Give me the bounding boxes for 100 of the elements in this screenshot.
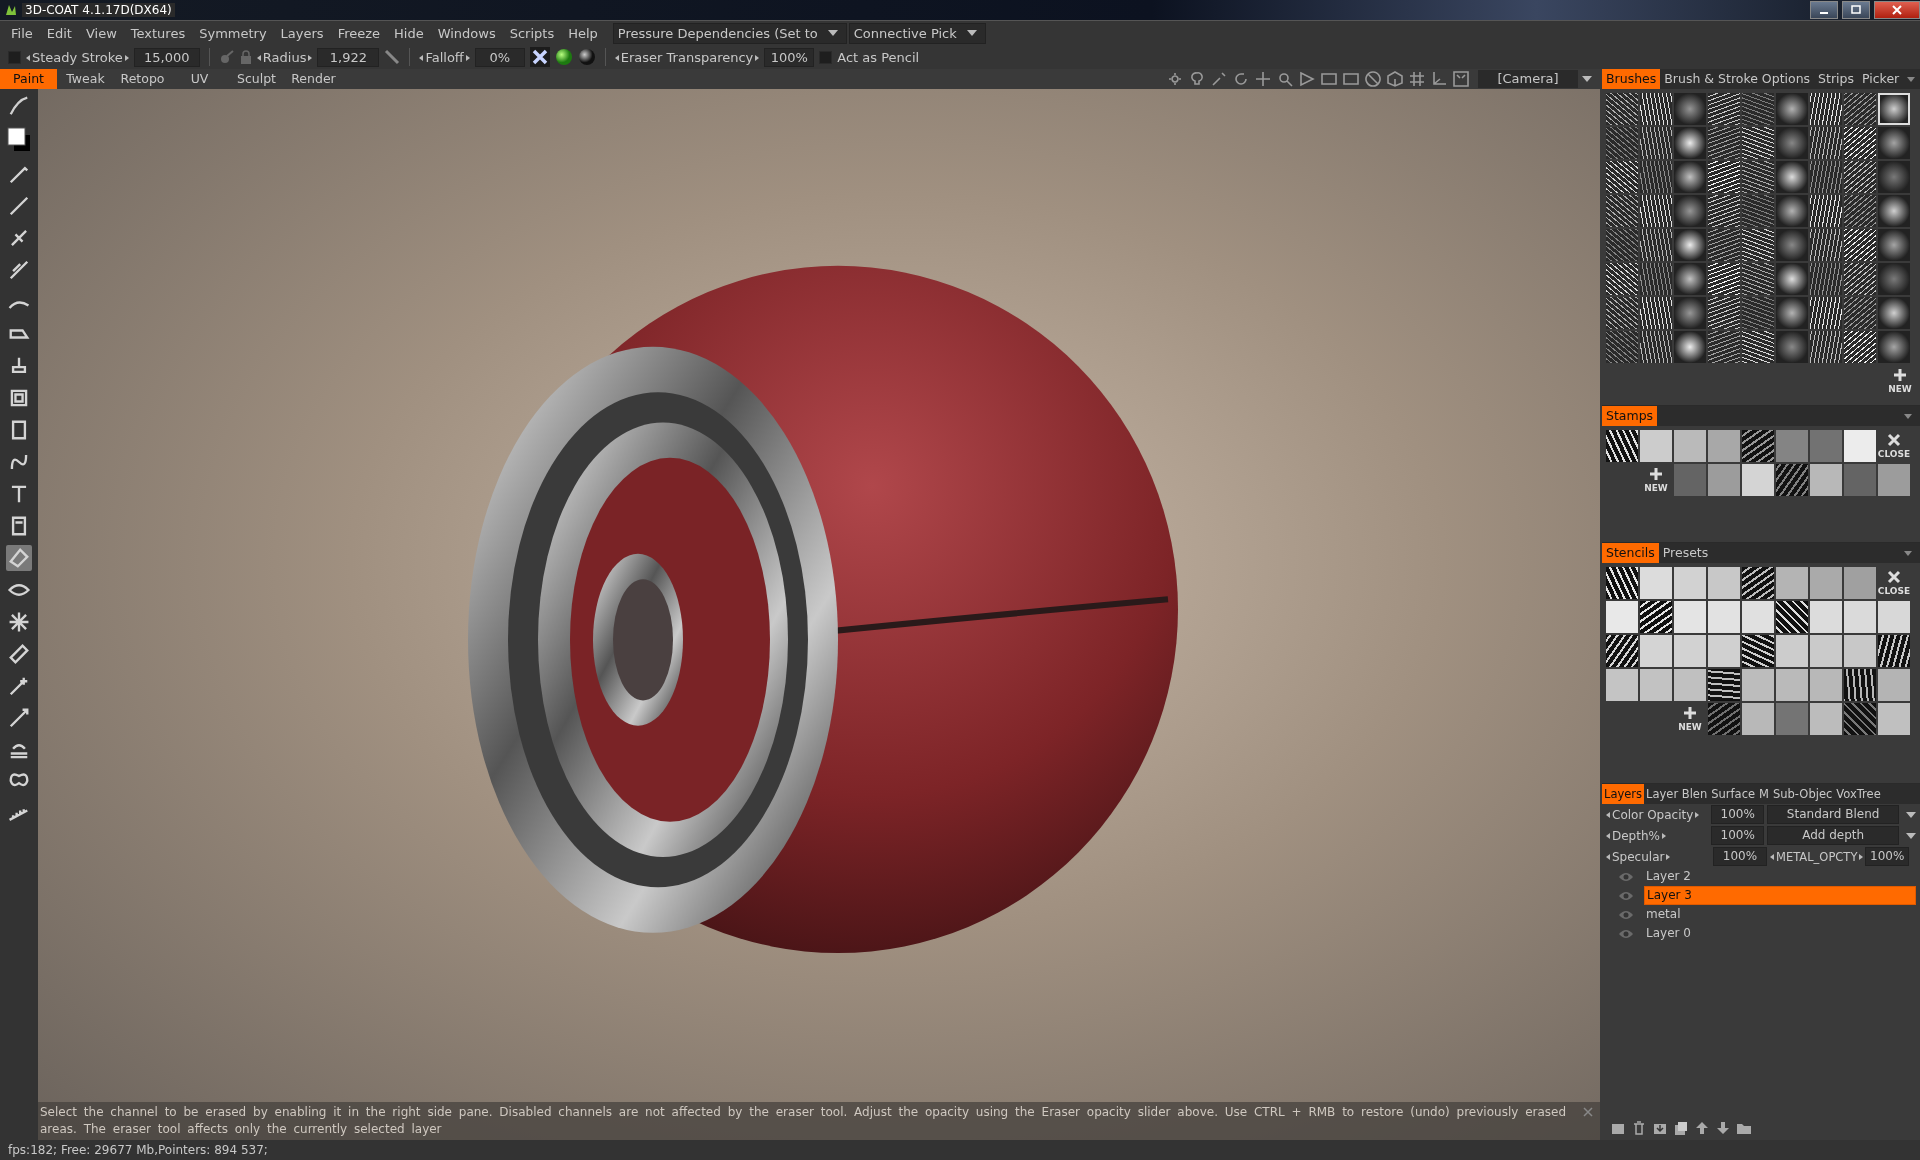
room-tab[interactable]: UV bbox=[171, 69, 228, 89]
brush-tile[interactable] bbox=[1674, 127, 1706, 159]
stencil-tile[interactable] bbox=[1878, 703, 1910, 735]
property-field[interactable]: 100% bbox=[1711, 805, 1765, 824]
brush-tile[interactable] bbox=[1810, 93, 1842, 125]
property-field[interactable]: 100% bbox=[1713, 847, 1767, 866]
stamp-tile[interactable] bbox=[1742, 430, 1774, 462]
plus-icon[interactable] bbox=[1893, 368, 1907, 382]
brush-tile[interactable] bbox=[1606, 297, 1638, 329]
brush-stroke-icon[interactable] bbox=[384, 49, 401, 65]
brush-tile[interactable] bbox=[1708, 331, 1740, 363]
brush-tile[interactable] bbox=[1708, 161, 1740, 193]
trash-icon[interactable] bbox=[1631, 1120, 1647, 1136]
brush-tile[interactable] bbox=[1776, 127, 1808, 159]
stencil-tile[interactable] bbox=[1776, 601, 1808, 633]
room-tab[interactable]: Retopo bbox=[114, 69, 171, 89]
stencil-tile[interactable] bbox=[1708, 635, 1740, 667]
viewport-tool-icon[interactable] bbox=[1210, 70, 1228, 88]
property-field[interactable]: 100% bbox=[1711, 826, 1765, 845]
brush-tile[interactable] bbox=[1640, 195, 1672, 227]
brush-tile[interactable] bbox=[1708, 195, 1740, 227]
stencil-tile[interactable] bbox=[1844, 567, 1876, 599]
menu-item[interactable]: Freeze bbox=[330, 25, 388, 41]
brush-tile[interactable] bbox=[1844, 229, 1876, 261]
stencil-tile[interactable] bbox=[1810, 601, 1842, 633]
stamp-tile[interactable] bbox=[1844, 464, 1876, 496]
panel-tab[interactable]: Surface bbox=[1709, 784, 1758, 804]
brush-tile[interactable] bbox=[1810, 161, 1842, 193]
menu-item[interactable]: Scripts bbox=[502, 25, 562, 41]
stencil-tile[interactable] bbox=[1810, 567, 1842, 599]
close-button[interactable] bbox=[1874, 1, 1920, 19]
stencil-tile[interactable] bbox=[1742, 601, 1774, 633]
panel-tab[interactable]: Brush & Stroke Options bbox=[1660, 69, 1815, 89]
brush-tile[interactable] bbox=[1878, 229, 1910, 261]
menu-item[interactable]: Help bbox=[561, 25, 605, 41]
radius-field[interactable]: 1,922 bbox=[317, 47, 380, 67]
stencil-tile[interactable] bbox=[1606, 601, 1638, 633]
stamp-tile[interactable] bbox=[1674, 430, 1706, 462]
brush-tile[interactable] bbox=[1742, 229, 1774, 261]
brush-tile[interactable] bbox=[1878, 331, 1910, 363]
menu-item[interactable]: Windows bbox=[430, 25, 503, 41]
stencil-tile[interactable] bbox=[1776, 567, 1808, 599]
stencil-tile[interactable] bbox=[1810, 669, 1842, 701]
brush-tile[interactable] bbox=[1776, 195, 1808, 227]
brush-tile[interactable] bbox=[1606, 93, 1638, 125]
layer-item[interactable]: Layer 3 bbox=[1644, 886, 1916, 905]
brush-tile[interactable] bbox=[1708, 297, 1740, 329]
cross-icon[interactable] bbox=[529, 47, 550, 67]
brush-tile[interactable] bbox=[1878, 161, 1910, 193]
brush-tile[interactable] bbox=[1606, 127, 1638, 159]
brush-tile[interactable] bbox=[1640, 127, 1672, 159]
brush-tile[interactable] bbox=[1742, 297, 1774, 329]
brush-tile[interactable] bbox=[1810, 127, 1842, 159]
stencil-tile[interactable] bbox=[1776, 703, 1808, 735]
brush-tile[interactable] bbox=[1844, 93, 1876, 125]
panel-tab[interactable]: Stamps bbox=[1602, 406, 1658, 426]
maximize-button[interactable] bbox=[1842, 1, 1870, 19]
brush-tile[interactable] bbox=[1640, 297, 1672, 329]
brush-tile[interactable] bbox=[1708, 127, 1740, 159]
viewport-tool-icon[interactable] bbox=[1408, 70, 1426, 88]
menu-item[interactable]: Textures bbox=[123, 25, 193, 41]
viewport-tool-icon[interactable] bbox=[1298, 70, 1316, 88]
stencil-tile[interactable] bbox=[1844, 635, 1876, 667]
brush-tile[interactable] bbox=[1810, 195, 1842, 227]
stencil-tile[interactable] bbox=[1742, 669, 1774, 701]
stencil-tile[interactable] bbox=[1810, 635, 1842, 667]
brush-tile[interactable] bbox=[1878, 127, 1910, 159]
brush-tile[interactable] bbox=[1878, 93, 1910, 125]
stencil-tile[interactable] bbox=[1742, 567, 1774, 599]
maximize-icon[interactable] bbox=[1850, 5, 1862, 15]
stamp-tile[interactable] bbox=[1810, 430, 1842, 462]
stencil-tile[interactable] bbox=[1708, 703, 1740, 735]
property-label[interactable]: Specular bbox=[1606, 849, 1710, 864]
close-button[interactable]: CLOSE bbox=[1878, 430, 1910, 462]
brush-tile[interactable] bbox=[1742, 127, 1774, 159]
blend-mode-dropdown[interactable]: Standard Blend bbox=[1767, 805, 1899, 824]
brush-tile[interactable] bbox=[1640, 161, 1672, 193]
viewport-tool-icon[interactable] bbox=[1166, 70, 1184, 88]
stamp-tile[interactable] bbox=[1878, 464, 1910, 496]
brush-tile[interactable] bbox=[1878, 297, 1910, 329]
panel-tab[interactable]: Stencils bbox=[1602, 543, 1659, 563]
stencil-tile[interactable] bbox=[1640, 669, 1672, 701]
viewport-tool-icon[interactable] bbox=[1276, 70, 1294, 88]
stamp-tile[interactable] bbox=[1708, 464, 1740, 496]
viewport-tool-icon[interactable] bbox=[1320, 70, 1338, 88]
steady-stroke-label[interactable]: Steady Stroke bbox=[26, 49, 129, 65]
sphere-icon[interactable] bbox=[577, 48, 596, 66]
stamp-tile[interactable] bbox=[1742, 464, 1774, 496]
brush-tile[interactable] bbox=[1708, 229, 1740, 261]
brush-tile[interactable] bbox=[1878, 263, 1910, 295]
radius-label[interactable]: Radius bbox=[256, 49, 313, 65]
stencil-tile[interactable] bbox=[1776, 635, 1808, 667]
stamp-tile[interactable] bbox=[1776, 464, 1808, 496]
arrow-down-icon[interactable] bbox=[1715, 1120, 1731, 1136]
brush-tile[interactable] bbox=[1810, 331, 1842, 363]
viewport-tool-icon[interactable] bbox=[1386, 70, 1404, 88]
falloff-label[interactable]: Falloff bbox=[419, 49, 470, 65]
brush-tile[interactable] bbox=[1674, 161, 1706, 193]
stencil-tile[interactable] bbox=[1844, 669, 1876, 701]
tool-icon[interactable] bbox=[6, 641, 32, 667]
